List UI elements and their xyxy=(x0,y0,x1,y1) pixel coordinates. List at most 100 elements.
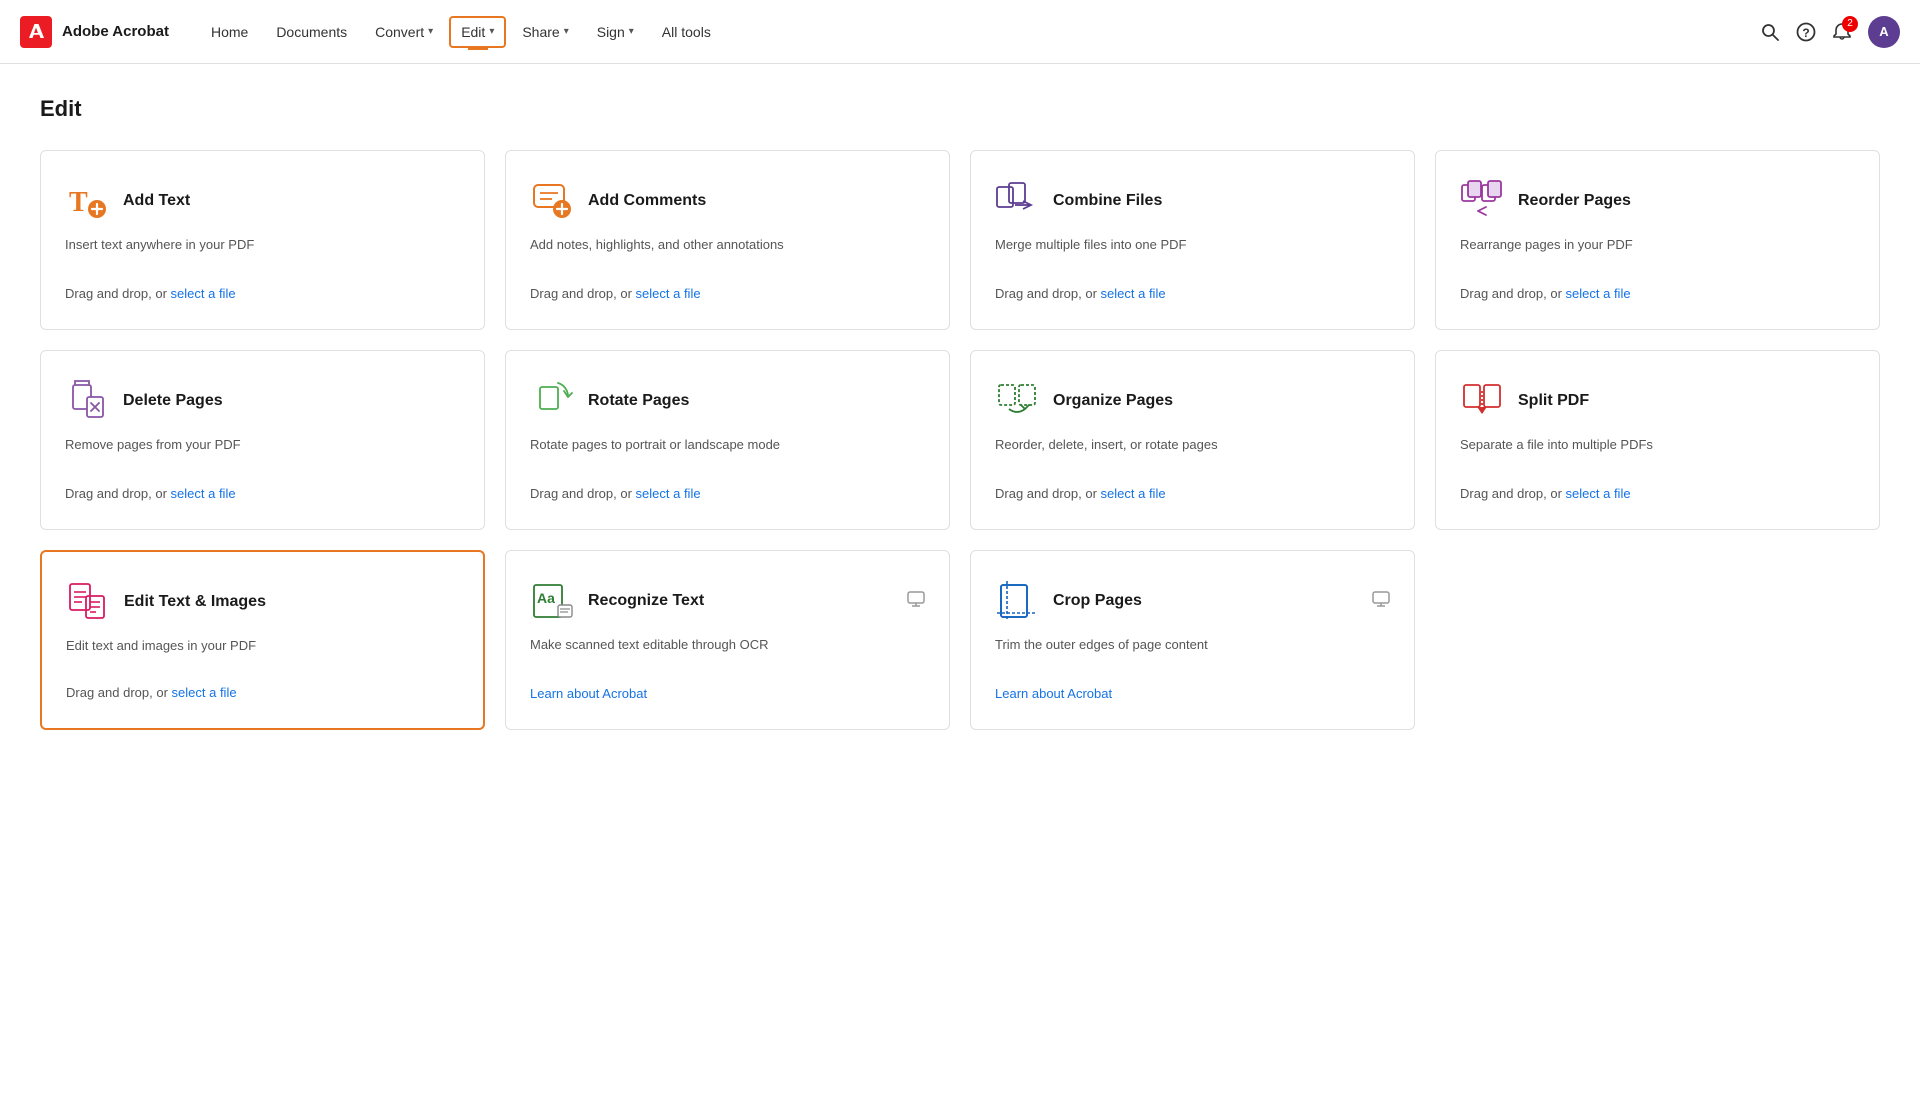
select-file-link[interactable]: select a file xyxy=(171,286,236,301)
tool-action: Drag and drop, or select a file xyxy=(995,486,1390,501)
learn-about-acrobat-link[interactable]: Learn about Acrobat xyxy=(995,686,1390,701)
tool-desc: Edit text and images in your PDF xyxy=(66,636,459,673)
svg-text:T: T xyxy=(69,187,88,218)
edit-chevron-icon: ▾ xyxy=(489,26,494,37)
nav-all-tools[interactable]: All tools xyxy=(650,16,723,48)
tool-action: Drag and drop, or select a file xyxy=(530,486,925,501)
tool-name: Add Text xyxy=(123,192,190,210)
tool-header: Edit Text & Images xyxy=(66,580,459,624)
notification-count: 2 xyxy=(1842,16,1858,32)
tool-card-add-text[interactable]: T Add Text Insert text anywhere in your … xyxy=(40,150,485,330)
nav-documents[interactable]: Documents xyxy=(264,16,359,48)
select-file-link[interactable]: select a file xyxy=(1101,286,1166,301)
tool-card-organize-pages[interactable]: Organize Pages Reorder, delete, insert, … xyxy=(970,350,1415,530)
tool-header: Reorder Pages xyxy=(1460,179,1855,223)
tool-action: Drag and drop, or select a file xyxy=(995,286,1390,301)
desktop-badge-icon xyxy=(907,590,925,613)
nav-home[interactable]: Home xyxy=(199,16,260,48)
select-file-link[interactable]: select a file xyxy=(636,486,701,501)
desktop-badge-icon xyxy=(1372,590,1390,613)
tool-name: Recognize Text xyxy=(588,592,704,610)
tool-desc: Rotate pages to portrait or landscape mo… xyxy=(530,435,925,474)
svg-text:Aa: Aa xyxy=(537,590,555,606)
nav-right: ? 2 A xyxy=(1760,16,1900,48)
nav-sign[interactable]: Sign ▾ xyxy=(585,16,646,48)
tool-action: Drag and drop, or select a file xyxy=(1460,286,1855,301)
tool-action: Drag and drop, or select a file xyxy=(1460,486,1855,501)
help-icon: ? xyxy=(1796,22,1816,42)
nav-edit[interactable]: Edit ▾ xyxy=(449,16,506,48)
tool-desc: Make scanned text editable through OCR xyxy=(530,635,925,674)
tool-header: Aa Recognize Text xyxy=(530,579,925,623)
recognize-text-icon: Aa xyxy=(530,579,574,623)
learn-about-acrobat-link[interactable]: Learn about Acrobat xyxy=(530,686,925,701)
main-content: Edit T Add Text Insert text anywhere in … xyxy=(0,64,1920,762)
tool-card-combine-files[interactable]: Combine Files Merge multiple files into … xyxy=(970,150,1415,330)
add-comments-icon xyxy=(530,179,574,223)
tool-header: Add Comments xyxy=(530,179,925,223)
add-text-icon: T xyxy=(65,179,109,223)
user-avatar[interactable]: A xyxy=(1868,16,1900,48)
edit-text-images-icon xyxy=(66,580,110,624)
tool-desc: Insert text anywhere in your PDF xyxy=(65,235,460,274)
tool-desc: Add notes, highlights, and other annotat… xyxy=(530,235,925,274)
search-icon xyxy=(1760,22,1780,42)
tool-header: Combine Files xyxy=(995,179,1390,223)
tool-desc: Merge multiple files into one PDF xyxy=(995,235,1390,274)
tool-desc: Reorder, delete, insert, or rotate pages xyxy=(995,435,1390,474)
navbar: Adobe Acrobat Home Documents Convert ▾ E… xyxy=(0,0,1920,64)
sign-chevron-icon: ▾ xyxy=(629,26,634,37)
select-file-link[interactable]: select a file xyxy=(1566,486,1631,501)
help-button[interactable]: ? xyxy=(1796,22,1816,42)
page-title: Edit xyxy=(40,96,1880,122)
select-file-link[interactable]: select a file xyxy=(171,486,236,501)
tool-card-recognize-text[interactable]: Aa Recognize Text Make scanned text edit… xyxy=(505,550,950,730)
tool-header: Crop Pages xyxy=(995,579,1390,623)
nav-share[interactable]: Share ▾ xyxy=(510,16,580,48)
select-file-link[interactable]: select a file xyxy=(1101,486,1166,501)
tool-name: Reorder Pages xyxy=(1518,192,1631,210)
tool-desc: Separate a file into multiple PDFs xyxy=(1460,435,1855,474)
crop-pages-icon xyxy=(995,579,1039,623)
tool-name: Rotate Pages xyxy=(588,392,689,410)
tool-header: Organize Pages xyxy=(995,379,1390,423)
logo[interactable]: Adobe Acrobat xyxy=(20,16,169,48)
tool-card-split-pdf[interactable]: Split PDF Separate a file into multiple … xyxy=(1435,350,1880,530)
notifications-button[interactable]: 2 xyxy=(1832,22,1852,42)
split-pdf-icon xyxy=(1460,379,1504,423)
select-file-link[interactable]: select a file xyxy=(636,286,701,301)
convert-chevron-icon: ▾ xyxy=(428,26,433,37)
tool-header: T Add Text xyxy=(65,179,460,223)
rotate-pages-icon xyxy=(530,379,574,423)
tool-header: Rotate Pages xyxy=(530,379,925,423)
tool-card-add-comments[interactable]: Add Comments Add notes, highlights, and … xyxy=(505,150,950,330)
tool-name: Delete Pages xyxy=(123,392,223,410)
search-button[interactable] xyxy=(1760,22,1780,42)
select-file-link[interactable]: select a file xyxy=(1566,286,1631,301)
tool-name: Combine Files xyxy=(1053,192,1162,210)
share-chevron-icon: ▾ xyxy=(564,26,569,37)
tool-name: Edit Text & Images xyxy=(124,593,266,611)
svg-text:?: ? xyxy=(1802,26,1809,40)
tool-action: Drag and drop, or select a file xyxy=(66,685,459,700)
tool-name: Split PDF xyxy=(1518,392,1589,410)
tool-desc: Trim the outer edges of page content xyxy=(995,635,1390,674)
nav-links: Home Documents Convert ▾ Edit ▾ Share ▾ … xyxy=(199,16,1760,48)
tool-card-rotate-pages[interactable]: Rotate Pages Rotate pages to portrait or… xyxy=(505,350,950,530)
tool-card-crop-pages[interactable]: Crop Pages Trim the outer edges of page … xyxy=(970,550,1415,730)
tool-desc: Rearrange pages in your PDF xyxy=(1460,235,1855,274)
select-file-link[interactable]: select a file xyxy=(172,685,237,700)
reorder-pages-icon xyxy=(1460,179,1504,223)
brand-name: Adobe Acrobat xyxy=(62,23,169,40)
tool-desc: Remove pages from your PDF xyxy=(65,435,460,474)
tool-card-edit-text-images[interactable]: Edit Text & Images Edit text and images … xyxy=(40,550,485,730)
tool-action: Drag and drop, or select a file xyxy=(65,286,460,301)
tool-name: Add Comments xyxy=(588,192,706,210)
nav-convert[interactable]: Convert ▾ xyxy=(363,16,445,48)
tool-card-delete-pages[interactable]: Delete Pages Remove pages from your PDF … xyxy=(40,350,485,530)
combine-files-icon xyxy=(995,179,1039,223)
tool-header: Split PDF xyxy=(1460,379,1855,423)
tool-name: Organize Pages xyxy=(1053,392,1173,410)
tool-card-reorder-pages[interactable]: Reorder Pages Rearrange pages in your PD… xyxy=(1435,150,1880,330)
adobe-logo-icon xyxy=(20,16,52,48)
